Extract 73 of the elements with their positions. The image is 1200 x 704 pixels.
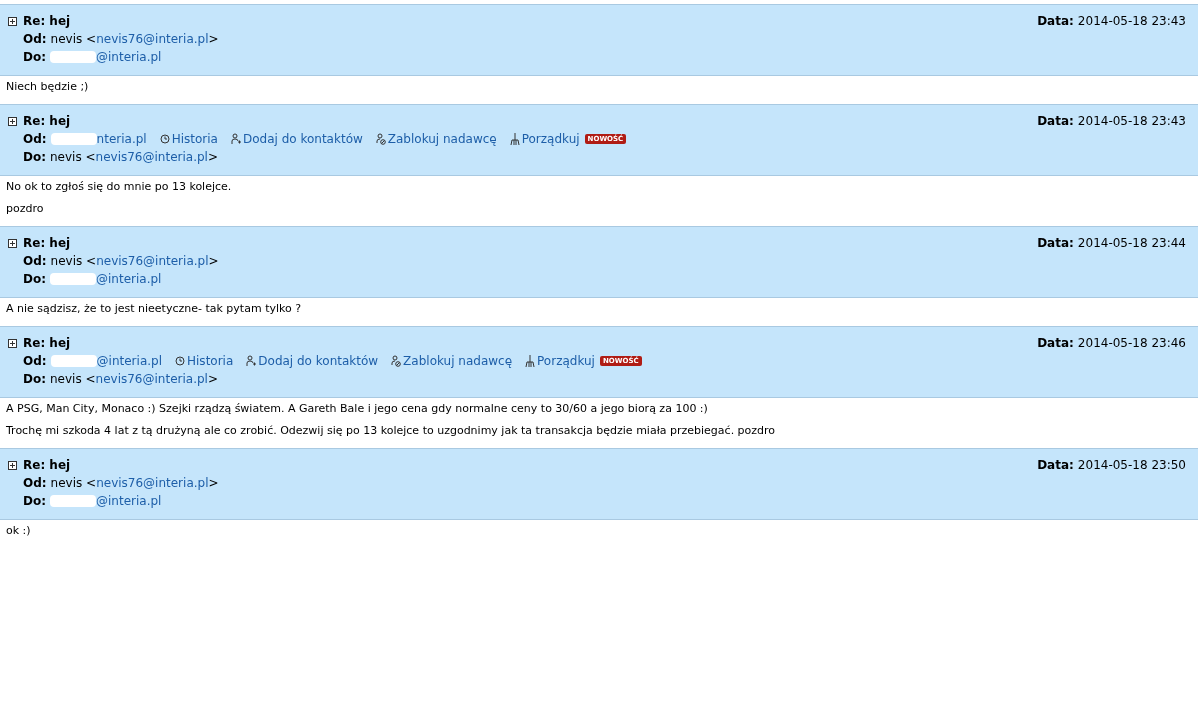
email-link[interactable]: nevis76@interia.pl xyxy=(96,254,209,268)
message-text: pozdro xyxy=(6,202,45,216)
to-label: Do: xyxy=(23,494,46,508)
expand-icon[interactable] xyxy=(8,338,17,348)
message-text: Niech będzie ;) xyxy=(6,80,90,94)
action-link[interactable]: Porządkuj xyxy=(521,132,580,146)
action-link[interactable]: Dodaj do kontaktów xyxy=(258,354,379,368)
person-block-icon xyxy=(375,133,386,145)
expand-icon[interactable] xyxy=(8,238,17,248)
bracket: > xyxy=(208,254,219,268)
to-label: Do: xyxy=(23,272,46,286)
message-subject: Re: hej xyxy=(23,236,71,250)
action-link[interactable]: Zablokuj nadawcę xyxy=(387,132,497,146)
message-date: 2014-05-18 23:43 xyxy=(1077,14,1186,28)
date-label: Data: xyxy=(1037,14,1074,28)
message-date: 2014-05-18 23:50 xyxy=(1077,458,1186,472)
from-label: Od: xyxy=(23,132,47,146)
message-date: 2014-05-18 23:46 xyxy=(1077,336,1186,350)
email-link[interactable]: @interia.pl xyxy=(96,50,162,64)
bracket: > xyxy=(208,476,219,490)
message-date: 2014-05-18 23:43 xyxy=(1077,114,1186,128)
date-label: Data: xyxy=(1037,336,1074,350)
email-link[interactable]: nevis76@interia.pl xyxy=(96,32,209,46)
expand-icon[interactable] xyxy=(8,116,17,126)
from-label: Od: xyxy=(23,254,47,268)
person-add-icon xyxy=(246,355,257,367)
clock-icon xyxy=(175,356,185,366)
action-link[interactable]: Dodaj do kontaktów xyxy=(242,132,363,146)
action-link[interactable]: Historia xyxy=(187,354,234,368)
email-link[interactable]: @interia.pl xyxy=(96,494,162,508)
from-label: Od: xyxy=(23,32,47,46)
message-text: A PSG, Man City, Monaco :) Szejki rządzą światem. A Gareth Bale i jego cena gdy normalne ceny to 30/60 a jego biorą za 100 :) xyxy=(6,402,709,416)
bracket: > xyxy=(207,372,218,386)
sender-name: nevis < xyxy=(50,254,97,268)
message-subject: Re: hej xyxy=(23,14,71,28)
from-label: Od: xyxy=(23,354,47,368)
email-link[interactable]: nevis76@interia.pl xyxy=(96,476,209,490)
message-text: Trochę mi szkoda 4 lat z tą drużyną ale co zrobić. Odezwij się po 13 kolejce to uzgodnimy jak ta transakcja będzie miała przebiegać. pozdro xyxy=(6,424,777,438)
sender-name: nevis < xyxy=(50,32,97,46)
email-link[interactable]: nevis76@interia.pl xyxy=(95,372,208,386)
message-text: ok :) xyxy=(6,524,32,538)
message-text: No ok to zgłoś się do mnie po 13 kolejce. xyxy=(6,180,233,194)
to-label: Do: xyxy=(23,372,46,386)
action-link[interactable]: Zablokuj nadawcę xyxy=(403,354,513,368)
to-label: Do: xyxy=(23,50,46,64)
broom-icon xyxy=(525,355,536,367)
date-label: Data: xyxy=(1037,114,1074,128)
bracket: > xyxy=(208,32,219,46)
message-subject: Re: hej xyxy=(23,458,71,472)
date-label: Data: xyxy=(1037,458,1074,472)
expand-icon[interactable] xyxy=(8,460,17,470)
message-text: A nie sądzisz, że to jest nieetyczne- tak pytam tylko ? xyxy=(6,302,303,316)
email-link[interactable]: @interia.pl xyxy=(96,354,162,368)
date-label: Data: xyxy=(1037,236,1074,250)
expand-icon[interactable] xyxy=(8,16,17,26)
person-add-icon xyxy=(230,133,241,145)
action-link[interactable]: Porządkuj xyxy=(537,354,595,368)
from-label: Od: xyxy=(23,476,47,490)
person-block-icon xyxy=(391,355,402,367)
bracket: > xyxy=(207,150,218,164)
sender-name: nevis < xyxy=(50,150,96,164)
email-link[interactable]: nteria.pl xyxy=(96,132,147,146)
email-link[interactable]: nevis76@interia.pl xyxy=(95,150,208,164)
to-label: Do: xyxy=(23,150,46,164)
broom-icon xyxy=(509,133,520,145)
clock-icon xyxy=(159,134,170,144)
sender-name: nevis < xyxy=(50,372,96,386)
message-subject: Re: hej xyxy=(23,336,71,350)
message-subject: Re: hej xyxy=(23,114,71,128)
sender-name: nevis < xyxy=(50,476,97,490)
action-link[interactable]: Historia xyxy=(171,132,218,146)
email-link[interactable]: @interia.pl xyxy=(96,272,162,286)
message-date: 2014-05-18 23:44 xyxy=(1077,236,1186,250)
